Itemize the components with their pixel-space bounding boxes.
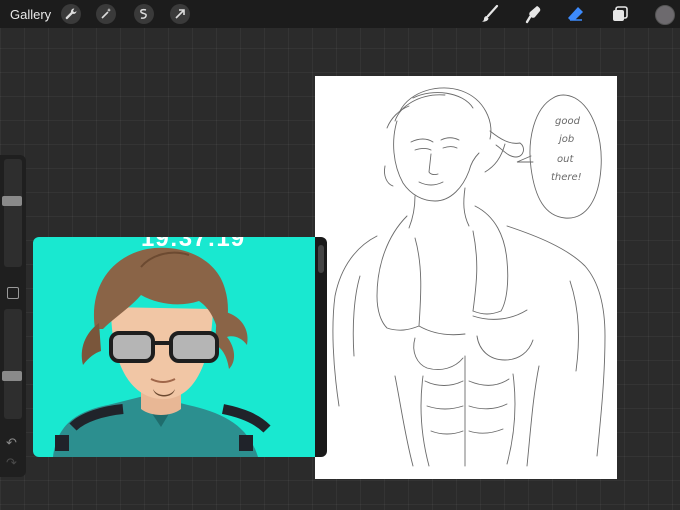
color-icon[interactable]: [655, 5, 675, 25]
selection-icon[interactable]: [134, 4, 154, 24]
brush-icon[interactable]: [479, 3, 501, 25]
brush-size-thumb[interactable]: [2, 196, 22, 207]
reference-image: 19:37:19: [33, 237, 315, 457]
bubble-line-2: job: [557, 134, 574, 145]
undo-icon[interactable]: ↶: [6, 435, 17, 451]
reference-window[interactable]: 19:37:19: [33, 237, 327, 457]
bubble-line-4: there!: [551, 172, 582, 183]
opacity-slider[interactable]: [4, 309, 22, 419]
drawing-canvas[interactable]: good job out there!: [315, 76, 617, 479]
smudge-icon[interactable]: [523, 3, 545, 25]
gallery-button[interactable]: Gallery: [10, 7, 51, 22]
redo-icon[interactable]: ↷: [6, 455, 17, 471]
brush-size-slider[interactable]: [4, 159, 22, 267]
left-sidebar: ↶ ↷: [0, 155, 26, 477]
character-illustration: [53, 247, 271, 457]
eraser-icon[interactable]: [565, 3, 587, 25]
bubble-line-3: out: [557, 154, 574, 165]
modify-button[interactable]: [7, 287, 19, 299]
opacity-thumb[interactable]: [2, 371, 22, 381]
magic-wand-icon[interactable]: [96, 4, 116, 24]
top-toolbar: Gallery: [0, 0, 680, 28]
sketch-drawing: good job out there!: [332, 87, 606, 467]
wrench-icon[interactable]: [61, 4, 81, 24]
transform-arrow-icon[interactable]: [170, 4, 190, 24]
reference-scrollbar[interactable]: [318, 245, 324, 273]
layers-icon[interactable]: [609, 3, 631, 25]
bubble-line-1: good: [555, 116, 581, 127]
